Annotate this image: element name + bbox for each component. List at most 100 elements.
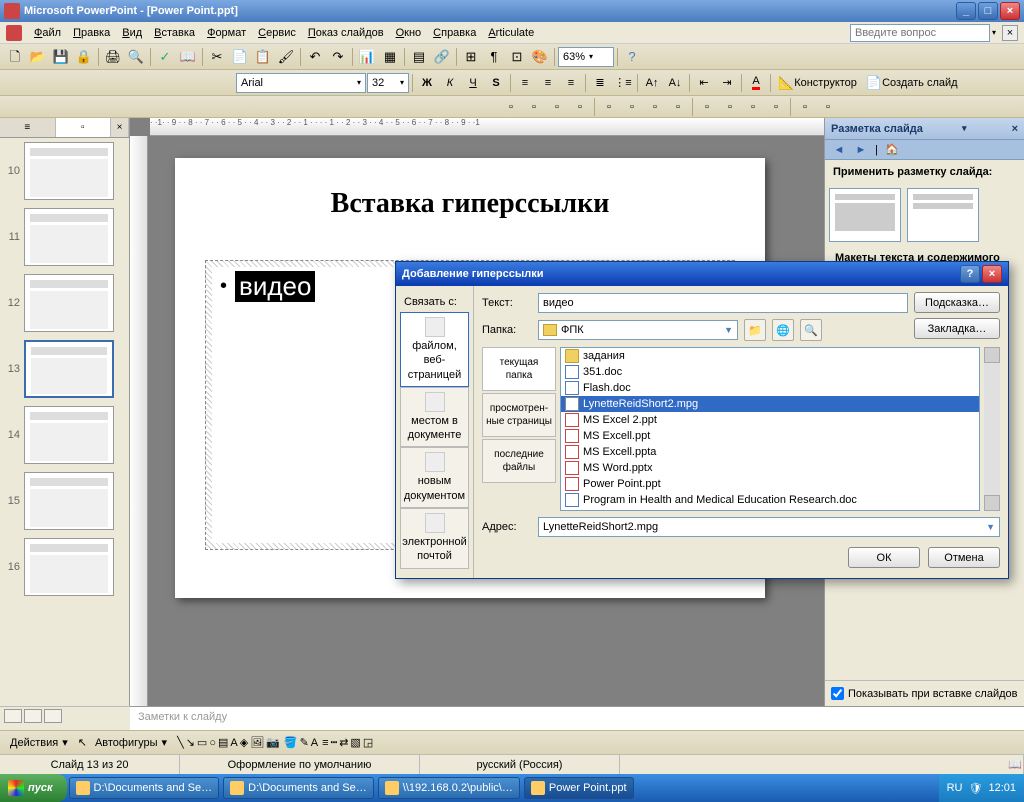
shadow-tool[interactable]: ▧ (350, 736, 360, 749)
x-btn-5[interactable]: ▫ (598, 96, 620, 118)
menu-вид[interactable]: Вид (116, 25, 148, 41)
x-btn-13[interactable]: ▫ (794, 96, 816, 118)
nav-back-button[interactable]: ◄ (831, 142, 847, 158)
ok-button[interactable]: ОК (848, 547, 920, 568)
slide-bullet-text[interactable]: видео (235, 271, 315, 302)
taskbar-item[interactable]: D:\Documents and Se… (69, 777, 220, 799)
copy-button[interactable]: 📄 (229, 46, 251, 68)
cut-button[interactable]: ✂ (206, 46, 228, 68)
file-tab[interactable]: просмотрен-ные страницы (482, 393, 556, 437)
tray-icon[interactable]: 🛡 (969, 782, 983, 795)
diagram-tool[interactable]: ◈ (240, 736, 248, 749)
redo-button[interactable]: ↷ (327, 46, 349, 68)
font-size-combo[interactable]: 32▾ (367, 73, 409, 93)
open-button[interactable]: 📂 (27, 46, 49, 68)
file-item[interactable]: MS Excel 2.ppt (561, 412, 979, 428)
dialog-help-button[interactable]: ? (960, 265, 980, 283)
show-on-insert-checkbox[interactable] (831, 687, 844, 700)
textbox-tool[interactable]: ▤ (218, 736, 228, 749)
shadow-button[interactable]: S (485, 72, 507, 94)
notes-area[interactable]: Заметки к слайду (130, 706, 1024, 730)
help-button[interactable]: ? (621, 46, 643, 68)
line-style-tool[interactable]: ≡ (322, 737, 328, 749)
arrow-tool[interactable]: ↘ (186, 736, 195, 749)
expand-button[interactable]: ⊞ (460, 46, 482, 68)
align-center-button[interactable]: ≡ (537, 72, 559, 94)
italic-button[interactable]: К (439, 72, 461, 94)
picture-tool[interactable]: 📷 (266, 736, 280, 749)
hyperlink-button[interactable]: 🔗 (431, 46, 453, 68)
x-btn-10[interactable]: ▫ (719, 96, 741, 118)
decrease-font-button[interactable]: A↓ (664, 72, 686, 94)
file-item[interactable]: MS Word.pptx (561, 460, 979, 476)
x-btn-11[interactable]: ▫ (742, 96, 764, 118)
thumbnail-16[interactable]: 16 (0, 534, 129, 600)
file-list[interactable]: задания351.docFlash.docLynetteReidShort2… (560, 347, 980, 511)
menu-формат[interactable]: Формат (201, 25, 252, 41)
print-button[interactable]: 🖨 (102, 46, 124, 68)
align-right-button[interactable]: ≡ (560, 72, 582, 94)
x-btn-8[interactable]: ▫ (667, 96, 689, 118)
file-item[interactable]: LynetteReidShort2.mpg (561, 396, 979, 412)
layout-item[interactable] (829, 188, 901, 242)
file-item[interactable]: MS Excell.ppt (561, 428, 979, 444)
oval-tool[interactable]: ○ (209, 737, 216, 749)
3d-tool[interactable]: ◲ (363, 736, 373, 749)
browse-web-button[interactable]: 🌐 (772, 319, 794, 341)
grid-button[interactable]: ⊡ (506, 46, 528, 68)
new-button[interactable]: 🗋 (4, 46, 26, 68)
hint-button[interactable]: Подсказка… (914, 292, 1000, 313)
link-type-option[interactable]: электронной почтой (400, 508, 469, 569)
thumbnail-11[interactable]: 11 (0, 204, 129, 270)
research-button[interactable]: 📖 (177, 46, 199, 68)
fill-color-tool[interactable]: 🪣 (284, 736, 298, 749)
menu-файл[interactable]: Файл (28, 25, 67, 41)
designer-button[interactable]: 📐 Конструктор (774, 72, 861, 94)
menu-вставка[interactable]: Вставка (148, 25, 201, 41)
taskbar-item[interactable]: \\192.168.0.2\public\… (378, 777, 520, 799)
menu-сервис[interactable]: Сервис (252, 25, 302, 41)
slides-tab[interactable]: ▫ (56, 118, 112, 137)
nav-fwd-button[interactable]: ► (853, 142, 869, 158)
bookmark-button[interactable]: Закладка… (914, 318, 1000, 339)
nav-home-button[interactable]: 🏠 (884, 142, 900, 158)
outline-tab[interactable]: ≡ (0, 118, 56, 137)
file-item[interactable]: Program in Health and Medical Education … (561, 492, 979, 508)
taskbar-item[interactable]: D:\Documents and Se… (223, 777, 374, 799)
slide-title[interactable]: Вставка гиперссылки (175, 158, 765, 220)
x-btn-7[interactable]: ▫ (644, 96, 666, 118)
spell-button[interactable]: ✓ (154, 46, 176, 68)
menu-окно[interactable]: Окно (390, 25, 428, 41)
rect-tool[interactable]: ▭ (197, 736, 207, 749)
font-color-tool[interactable]: A (311, 737, 318, 749)
font-combo[interactable]: Arial▾ (236, 73, 366, 93)
up-folder-button[interactable]: 📁 (744, 319, 766, 341)
folder-combo[interactable]: ФПК ▼ (538, 320, 738, 340)
table-button[interactable]: ▦ (379, 46, 401, 68)
task-pane-close[interactable]: × (1012, 123, 1018, 135)
help-input[interactable] (850, 24, 990, 42)
thumbnail-12[interactable]: 12 (0, 270, 129, 336)
start-button[interactable]: пуск (0, 774, 67, 802)
link-type-option[interactable]: местом в документе (400, 387, 469, 448)
align-left-button[interactable]: ≡ (514, 72, 536, 94)
link-type-option[interactable]: новым документом (400, 447, 469, 508)
address-combo[interactable]: LynetteReidShort2.mpg ▼ (538, 517, 1000, 537)
sorter-view-button[interactable] (24, 709, 42, 723)
doc-close-button[interactable]: × (1002, 25, 1018, 41)
x-btn-2[interactable]: ▫ (523, 96, 545, 118)
file-item[interactable]: 351.doc (561, 364, 979, 380)
file-tab[interactable]: последние файлы (482, 439, 556, 483)
line-tool[interactable]: ╲ (177, 736, 184, 749)
taskbar-item[interactable]: Power Point.ppt (524, 777, 634, 799)
x-btn-3[interactable]: ▫ (546, 96, 568, 118)
numbered-list-button[interactable]: ≣ (589, 72, 611, 94)
underline-button[interactable]: Ч (462, 72, 484, 94)
autoshapes-menu[interactable]: Автофигуры ▾ (89, 736, 173, 749)
bullet-list-button[interactable]: ⋮≡ (612, 72, 634, 94)
new-slide-button[interactable]: 📄 Создать слайд (862, 72, 962, 94)
x-btn-14[interactable]: ▫ (817, 96, 839, 118)
bold-button[interactable]: Ж (416, 72, 438, 94)
file-item[interactable]: задания (561, 348, 979, 364)
wordart An-tool[interactable]: A (230, 737, 237, 749)
